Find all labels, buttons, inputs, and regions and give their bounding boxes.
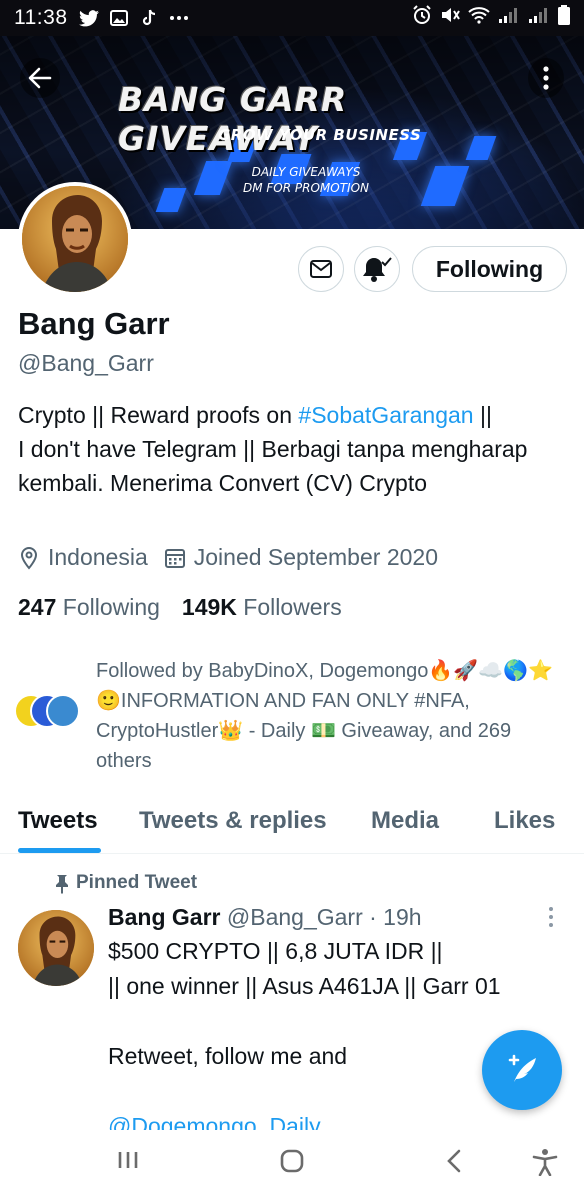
alarm-icon xyxy=(412,5,432,31)
follower-avatar xyxy=(46,694,80,728)
feather-plus-icon xyxy=(508,1054,536,1082)
tweet-text: $500 CRYPTO || 6,8 JUTA IDR || || one wi… xyxy=(108,938,501,1069)
tweet-header: Bang Garr @Bang_Garr · 19h xyxy=(108,904,422,931)
notifications-button[interactable] xyxy=(354,246,400,292)
pinned-text: Pinned Tweet xyxy=(76,872,198,893)
followers-count: 149K xyxy=(181,594,237,620)
followed-by-text[interactable]: Followed by BabyDinoX, Dogemongo🔥🚀☁️🌎⭐🙂I… xyxy=(96,656,566,776)
vertical-dots-icon xyxy=(549,907,553,927)
location-text: Indonesia xyxy=(48,544,148,570)
followers-count-link[interactable]: 149K Followers xyxy=(182,594,342,621)
tweet-avatar[interactable] xyxy=(18,910,94,986)
mute-icon xyxy=(440,6,460,30)
tweet-body: $500 CRYPTO || 6,8 JUTA IDR || || one wi… xyxy=(108,934,548,1144)
follow-counts: 247 Following 149K Followers xyxy=(18,594,342,621)
arrow-left-icon xyxy=(28,67,52,89)
home-icon xyxy=(280,1149,304,1173)
chevron-left-icon xyxy=(447,1149,461,1173)
signal-2-icon xyxy=(528,6,550,30)
home-button[interactable] xyxy=(279,1148,305,1179)
tweet-author[interactable]: Bang Garr xyxy=(108,904,220,930)
banner-tagline-line2: DM FOR PROMOTION xyxy=(243,181,370,195)
battery-icon xyxy=(558,5,570,31)
following-button[interactable]: Following xyxy=(412,246,567,292)
profile-handle: @Bang_Garr xyxy=(18,350,154,376)
accessibility-icon xyxy=(532,1149,558,1177)
active-tab-indicator xyxy=(18,848,101,853)
tiktok-notification-icon xyxy=(138,8,160,28)
status-bar: 11:38 xyxy=(0,0,584,36)
location-pin-icon xyxy=(20,546,38,570)
avatar-image xyxy=(22,186,128,292)
banner-subtitle: GROW YOUR BUSINESS xyxy=(218,126,422,144)
banner-tagline: DAILY GIVEAWAYS DM FOR PROMOTION xyxy=(243,164,369,196)
profile-tabs: Tweets Tweets & replies Media Likes xyxy=(0,800,584,854)
status-time: 11:38 xyxy=(14,6,68,29)
nav-back-button[interactable] xyxy=(444,1148,464,1179)
back-button[interactable] xyxy=(20,58,60,98)
bell-check-icon xyxy=(363,257,392,282)
gallery-notification-icon xyxy=(108,8,130,28)
tab-tweets-replies[interactable]: Tweets & replies xyxy=(139,800,327,854)
compose-tweet-button[interactable] xyxy=(482,1030,562,1110)
bio-hashtag-link[interactable]: #SobatGarangan xyxy=(298,402,473,428)
system-nav-bar xyxy=(0,1130,584,1200)
tweet-avatar-image xyxy=(18,910,94,986)
following-count-link[interactable]: 247 Following xyxy=(18,594,160,621)
twitter-notification-icon xyxy=(78,8,100,28)
recent-apps-button[interactable] xyxy=(116,1148,140,1177)
more-notifications-icon xyxy=(168,8,190,28)
profile-location: Indonesia xyxy=(18,544,148,571)
following-count: 247 xyxy=(18,594,57,620)
joined-text: Joined September 2020 xyxy=(193,544,438,570)
bio-text-start: Crypto || Reward proofs on xyxy=(18,402,299,428)
recent-apps-icon xyxy=(118,1152,138,1168)
signal-icon xyxy=(498,6,520,30)
following-label: Following xyxy=(62,594,160,620)
profile-bio: Crypto || Reward proofs on #SobatGaranga… xyxy=(18,398,568,500)
tweet-handle-time: @Bang_Garr · 19h xyxy=(226,904,422,930)
profile-joined: Joined September 2020 xyxy=(164,544,438,571)
wifi-icon xyxy=(468,6,490,30)
profile-avatar[interactable] xyxy=(18,182,132,296)
envelope-icon xyxy=(310,260,332,278)
followers-label: Followers xyxy=(243,594,342,620)
tweet-more-button[interactable] xyxy=(548,906,554,933)
banner-tagline-line1: DAILY GIVEAWAYS xyxy=(251,165,361,179)
message-button[interactable] xyxy=(298,246,344,292)
more-options-button[interactable] xyxy=(528,58,564,98)
tab-media[interactable]: Media xyxy=(371,800,439,854)
profile-name: Bang Garr xyxy=(18,306,170,341)
accessibility-button[interactable] xyxy=(532,1148,558,1181)
banner-title: BANG GARR GIVEAWAY xyxy=(118,80,348,158)
calendar-icon xyxy=(164,548,185,568)
pin-icon xyxy=(56,875,68,894)
vertical-dots-icon xyxy=(543,66,549,90)
tab-tweets[interactable]: Tweets xyxy=(18,800,98,854)
tab-likes[interactable]: Likes xyxy=(494,800,555,854)
pinned-tweet-label: Pinned Tweet xyxy=(56,872,198,894)
profile-meta: Indonesia Joined September 2020 xyxy=(18,544,454,571)
